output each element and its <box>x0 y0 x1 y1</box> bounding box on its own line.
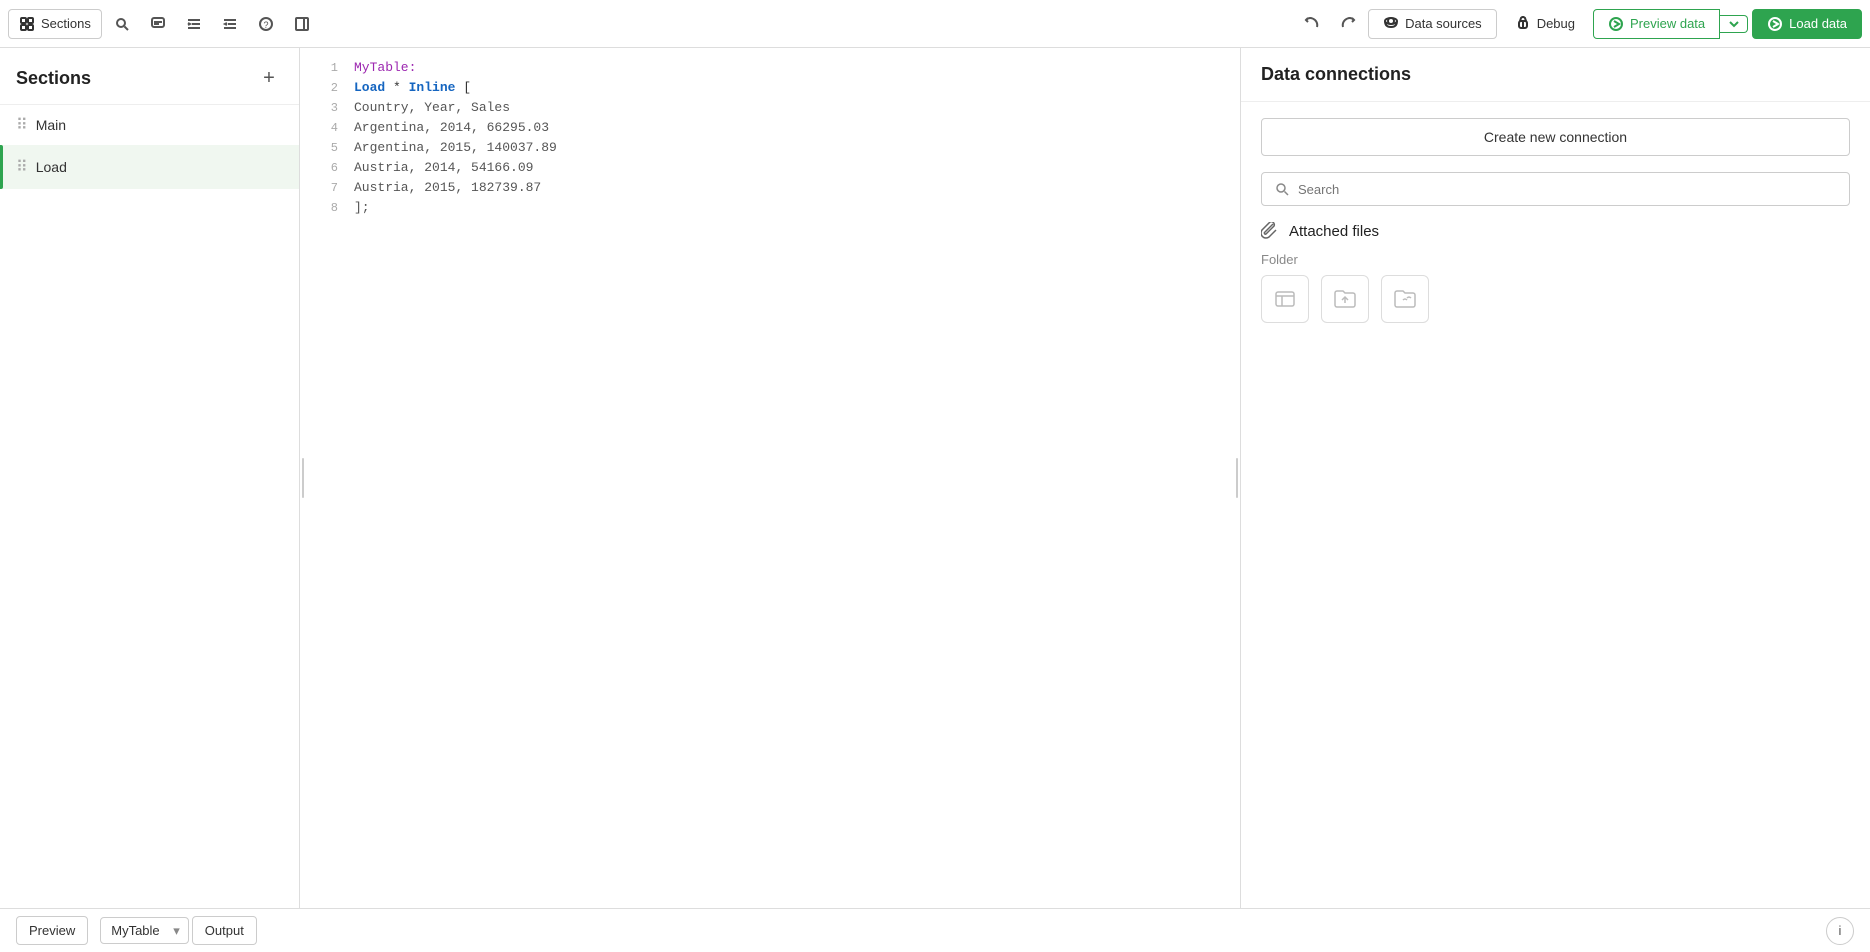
add-section-button[interactable]: + <box>255 64 283 92</box>
create-connection-button[interactable]: Create new connection <box>1261 118 1850 156</box>
drag-handle-main: ⠿ <box>16 115 28 135</box>
debug-icon <box>1515 16 1531 32</box>
paperclip-icon <box>1261 222 1279 240</box>
search-icon <box>114 16 130 32</box>
undo-button[interactable] <box>1296 8 1328 40</box>
trash-icon <box>264 160 278 174</box>
code-line-1: 1 MyTable: <box>306 60 1234 80</box>
svg-text:?: ? <box>263 20 268 30</box>
code-line-5: 5 Argentina, 2015, 140037.89 <box>306 140 1234 160</box>
panel-icon <box>294 16 310 32</box>
folder-icon-1[interactable] <box>1261 275 1309 323</box>
indent-icon <box>186 16 202 32</box>
folder-icon-2[interactable] <box>1321 275 1369 323</box>
code-editor[interactable]: 1 MyTable: 2 Load * Inline [ 3 Country, … <box>306 48 1234 908</box>
data-sources-button[interactable]: Data sources <box>1368 9 1497 39</box>
redo-icon <box>1340 16 1356 32</box>
redo-button[interactable] <box>1332 8 1364 40</box>
sections-button[interactable]: Sections <box>8 9 102 39</box>
attached-files-label: Attached files <box>1289 223 1379 240</box>
code-line-3: 3 Country, Year, Sales <box>306 100 1234 120</box>
debug-label: Debug <box>1537 16 1575 31</box>
code-line-7: 7 Austria, 2015, 182739.87 <box>306 180 1234 200</box>
code-line-2: 2 Load * Inline [ <box>306 80 1234 100</box>
help-icon: ? <box>258 16 274 32</box>
sidebar: Sections + ⠿ Main ⠿ Load <box>0 48 300 908</box>
attached-files-section: Attached files Folder <box>1261 222 1850 323</box>
preview-dropdown-button[interactable] <box>1720 15 1748 33</box>
preview-tab[interactable]: Preview <box>16 916 88 945</box>
folder-table-icon <box>1273 287 1297 311</box>
search-input[interactable] <box>1298 182 1837 197</box>
folder-icons-row <box>1261 275 1850 323</box>
preview-tab-label: Preview <box>29 923 75 938</box>
search-toolbar-button[interactable] <box>106 8 138 40</box>
undo-redo-group <box>1296 8 1364 40</box>
editor-area: 1 MyTable: 2 Load * Inline [ 3 Country, … <box>306 48 1234 908</box>
preview-load-group: Preview data <box>1593 9 1748 39</box>
data-sources-icon <box>1383 16 1399 32</box>
code-line-8: 8 ]; <box>306 200 1234 220</box>
sections-button-label: Sections <box>41 16 91 31</box>
load-data-button[interactable]: Load data <box>1752 9 1862 39</box>
sidebar-item-main[interactable]: ⠿ Main <box>0 105 299 145</box>
indent-button[interactable] <box>178 8 210 40</box>
code-line-6: 6 Austria, 2014, 54166.09 <box>306 160 1234 180</box>
info-button[interactable]: i <box>1826 917 1854 945</box>
sidebar-item-main-label: Main <box>36 117 283 133</box>
sidebar-title: Sections <box>16 68 91 89</box>
attached-files-header: Attached files <box>1261 222 1850 240</box>
outdent-button[interactable] <box>214 8 246 40</box>
sidebar-header: Sections + <box>0 48 299 105</box>
main-content: Sections + ⠿ Main ⠿ Load 1 MyTable: <box>0 48 1870 908</box>
preview-data-label: Preview data <box>1630 16 1705 31</box>
folder-upload-icon <box>1333 287 1357 311</box>
comment-icon <box>150 16 166 32</box>
chevron-down-icon <box>1726 16 1742 32</box>
sections-icon <box>19 16 35 32</box>
output-tab[interactable]: Output <box>192 916 257 945</box>
data-connections-title: Data connections <box>1261 64 1411 84</box>
load-data-icon <box>1767 16 1783 32</box>
search-box-icon <box>1274 181 1290 197</box>
sidebar-item-load-label: Load <box>36 159 251 175</box>
debug-button[interactable]: Debug <box>1501 10 1589 38</box>
undo-icon <box>1304 16 1320 32</box>
right-panel-header: Data connections <box>1241 48 1870 102</box>
bottom-bar: Preview MyTable ▾ Output i <box>0 908 1870 952</box>
comment-button[interactable] <box>142 8 174 40</box>
table-select-wrapper: MyTable ▾ <box>100 917 180 944</box>
right-panel-content: Create new connection Attached files Fol… <box>1241 102 1870 339</box>
sidebar-item-load[interactable]: ⠿ Load <box>0 145 299 189</box>
code-line-4: 4 Argentina, 2014, 66295.03 <box>306 120 1234 140</box>
preview-icon <box>1608 16 1624 32</box>
panel-toggle-button[interactable] <box>286 8 318 40</box>
active-indicator <box>0 145 3 189</box>
preview-data-button[interactable]: Preview data <box>1593 9 1720 39</box>
folder-icon-3[interactable] <box>1381 275 1429 323</box>
folder-label: Folder <box>1261 252 1850 267</box>
drag-handle-load: ⠿ <box>16 157 28 177</box>
main-toolbar: Sections ? <box>0 0 1870 48</box>
folder-link-icon <box>1393 287 1417 311</box>
table-select[interactable]: MyTable <box>100 917 189 944</box>
output-tab-label: Output <box>205 923 244 938</box>
create-connection-label: Create new connection <box>1484 129 1627 145</box>
info-icon: i <box>1839 923 1842 938</box>
right-panel: Data connections Create new connection A… <box>1240 48 1870 908</box>
outdent-icon <box>222 16 238 32</box>
load-data-label: Load data <box>1789 16 1847 31</box>
help-button[interactable]: ? <box>250 8 282 40</box>
data-sources-label: Data sources <box>1405 16 1482 31</box>
search-box <box>1261 172 1850 206</box>
